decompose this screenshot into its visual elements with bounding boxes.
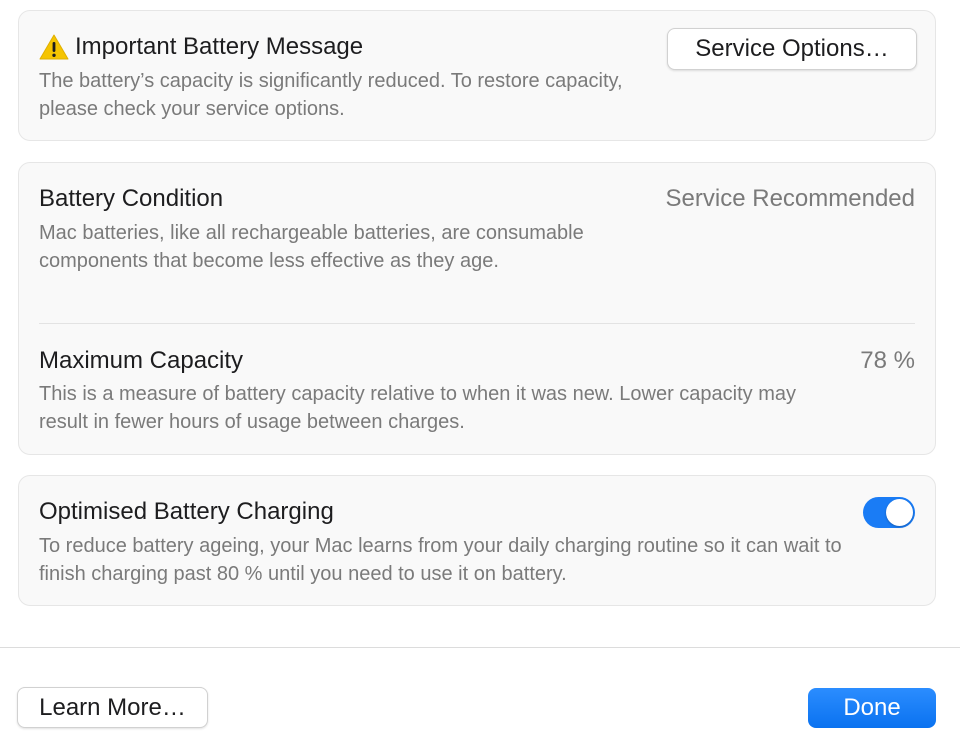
battery-health-card: Battery Condition Service Recommended Ma… <box>18 162 936 455</box>
footer-divider <box>0 647 960 648</box>
toggle-knob <box>886 499 913 526</box>
maximum-capacity-title: Maximum Capacity <box>39 347 244 374</box>
optimised-charging-toggle[interactable] <box>863 497 915 528</box>
warning-triangle-icon <box>39 34 69 60</box>
divider <box>39 323 915 324</box>
optimised-charging-title: Optimised Battery Charging <box>39 498 334 525</box>
battery-message-title: Important Battery Message <box>75 33 364 60</box>
optimised-charging-card: Optimised Battery Charging To reduce bat… <box>18 475 936 606</box>
done-button[interactable]: Done <box>808 688 936 728</box>
learn-more-button[interactable]: Learn More… <box>17 687 208 728</box>
battery-condition-title: Battery Condition <box>39 185 224 212</box>
battery-message-card: Important Battery Message The battery’s … <box>18 10 936 141</box>
battery-message-description: The battery’s capacity is significantly … <box>39 70 623 120</box>
maximum-capacity-value: 78 % <box>860 347 915 374</box>
maximum-capacity-description: This is a measure of battery capacity re… <box>39 383 797 433</box>
battery-condition-value: Service Recommended <box>665 185 915 212</box>
optimised-charging-description: To reduce battery ageing, your Mac learn… <box>39 535 842 585</box>
battery-message-header: Important Battery Message <box>39 33 363 61</box>
battery-condition-description: Mac batteries, like all rechargeable bat… <box>39 222 584 272</box>
service-options-button[interactable]: Service Options… <box>667 28 917 70</box>
